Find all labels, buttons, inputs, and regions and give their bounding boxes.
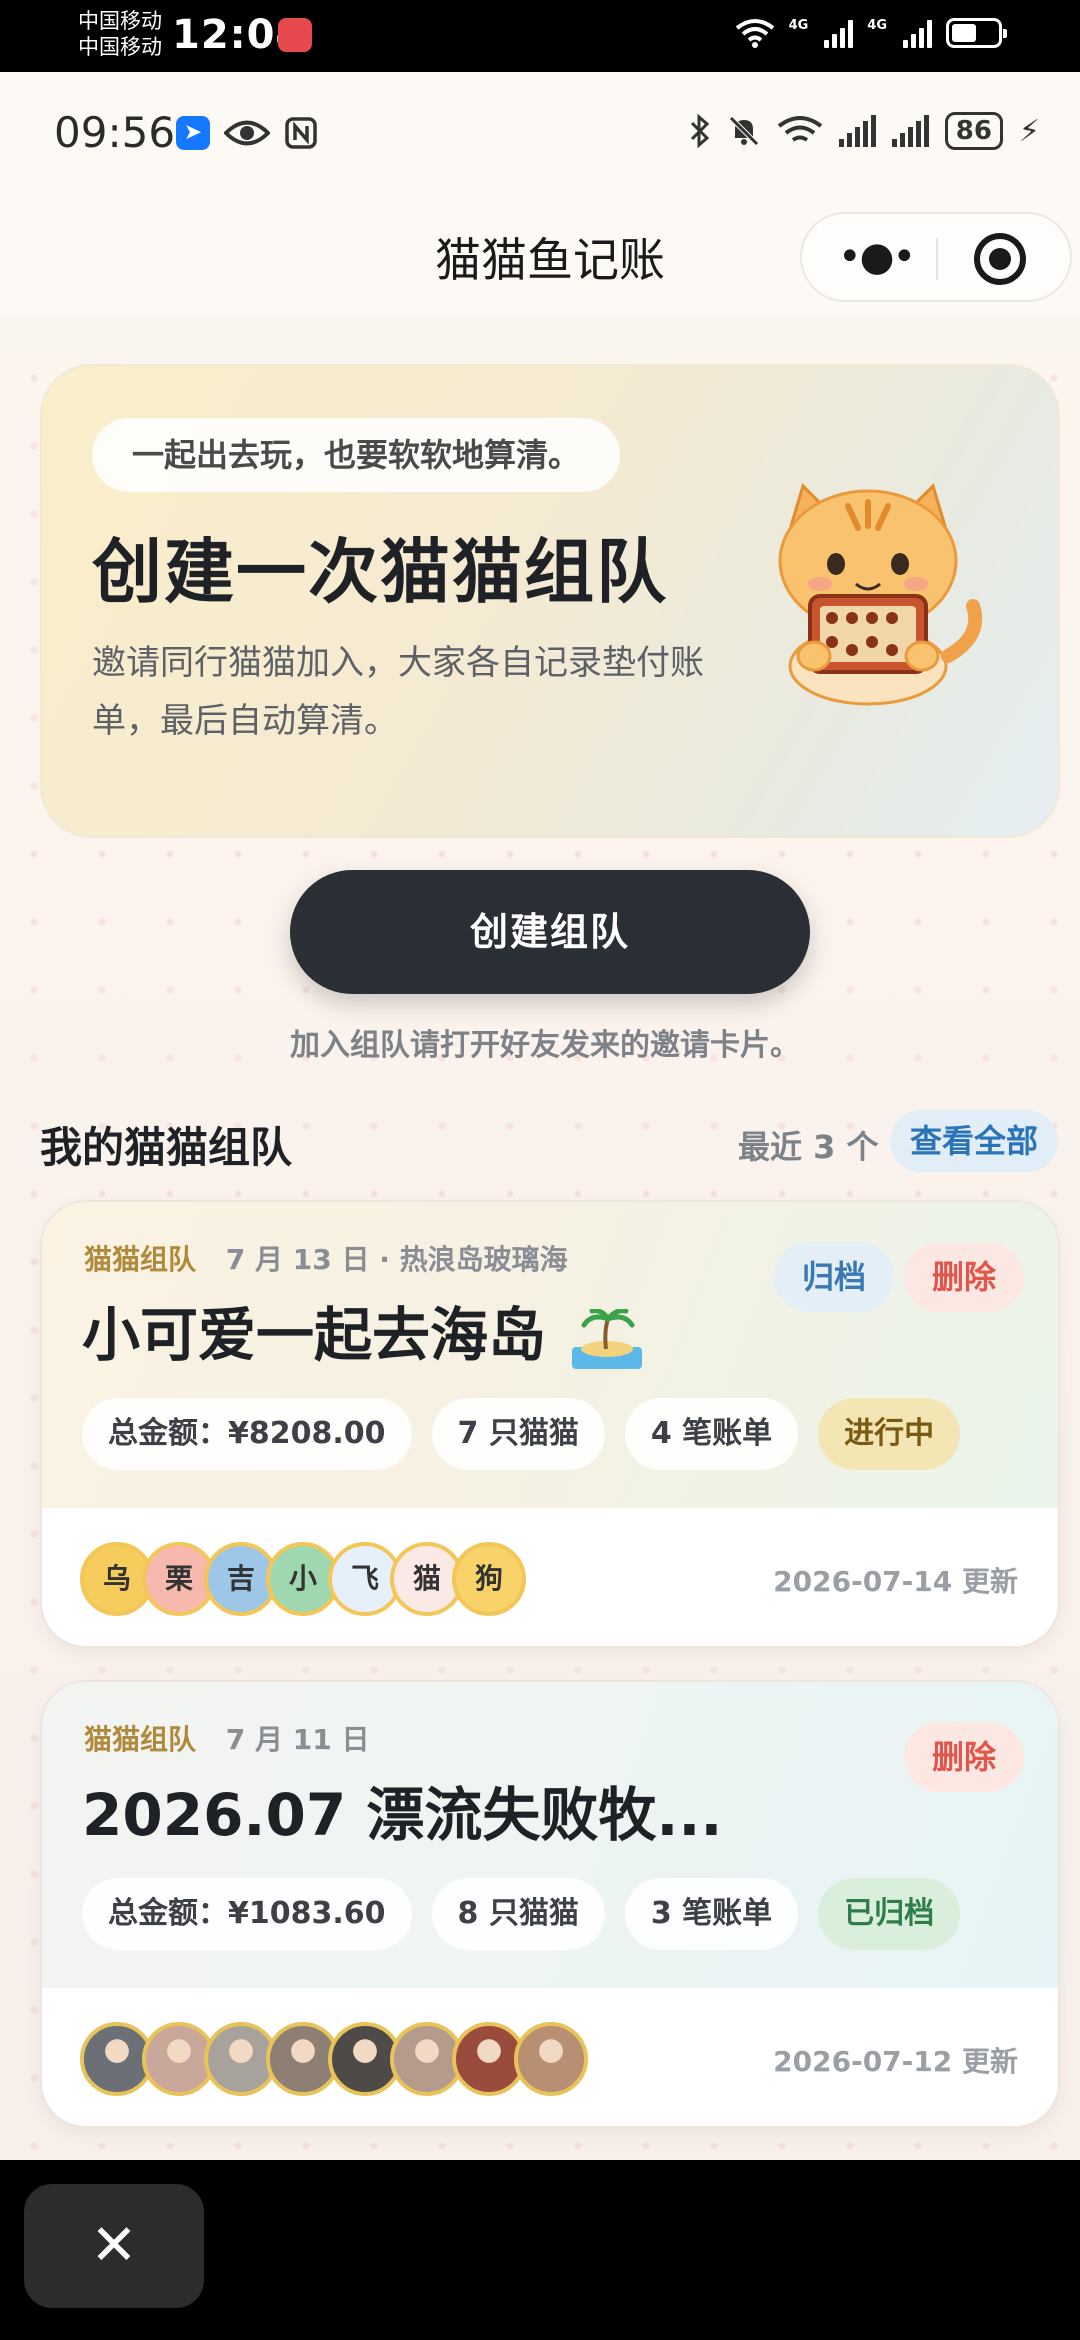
team-card-footer: 乌栗吉小飞猫狗 2026-07-14 更新 — [42, 1508, 1058, 1646]
total-amount-chip: 总金额：¥8208.00 — [82, 1398, 412, 1470]
system-status-bar: 中国移动 中国移动 12:04 4G 4G — [0, 0, 1080, 72]
signal-2-icon — [903, 18, 932, 48]
charging-icon: ⚡ — [1018, 113, 1040, 149]
inner-time: 09:56 — [54, 108, 176, 157]
app-notification-icon — [278, 18, 312, 52]
section-title: 我的猫猫组队 — [40, 1123, 293, 1172]
team-meta: 猫猫组队 7 月 11 日 — [84, 1718, 369, 1758]
delete-button[interactable]: 删除 — [904, 1242, 1025, 1312]
hero-description: 邀请同行猫猫加入，大家各自记录垫付账单，最后自动算清。 — [92, 643, 704, 741]
team-stats: 总金额：¥8208.00 7 只猫猫 4 笔账单 进行中 — [82, 1398, 961, 1470]
inner-left-icons: ➤ — [176, 116, 318, 150]
location-app-icon: ➤ — [176, 116, 210, 150]
create-team-button[interactable]: 创建组队 — [290, 870, 810, 994]
island-emoji-icon — [572, 1308, 643, 1369]
nfc-icon — [285, 117, 317, 149]
team-card[interactable]: 猫猫组队 7 月 13 日 · 热浪岛玻璃海 小可爱一起去海岛 归档 删除 总金… — [40, 1200, 1060, 1648]
close-miniprogram-button[interactable] — [974, 233, 1026, 285]
bills-chip: 4 笔账单 — [624, 1398, 799, 1470]
team-card-header: 猫猫组队 7 月 11 日 2026.07 漂流失败牧... 删除 总金额：¥1… — [42, 1682, 1058, 1988]
section-count: 最近 3 个 — [738, 1128, 879, 1166]
team-name: 2026.07 漂流失败牧... — [82, 1781, 723, 1849]
hero-slogan: 一起出去玩，也要软软地算清。 — [92, 418, 621, 492]
team-card-footer: 2026-07-12 更新 — [42, 1988, 1058, 2126]
carrier-2: 中国移动 — [78, 35, 162, 59]
inner-signal-1-icon — [838, 115, 876, 147]
team-card-header: 猫猫组队 7 月 13 日 · 热浪岛玻璃海 小可爱一起去海岛 归档 删除 总金… — [42, 1202, 1058, 1508]
inner-signal-2-icon — [891, 115, 929, 147]
updated-time: 2026-07-12 更新 — [773, 2045, 1018, 2078]
team-tag: 猫猫组队 — [84, 1243, 197, 1276]
cat-abacus-illustration — [778, 483, 983, 706]
team-name: 小可爱一起去海岛 — [82, 1288, 643, 1372]
battery-icon — [946, 18, 1007, 48]
team-tag: 猫猫组队 — [84, 1723, 197, 1756]
mute-bell-icon — [728, 116, 759, 146]
team-meta: 猫猫组队 7 月 13 日 · 热浪岛玻璃海 — [84, 1238, 568, 1278]
inner-status-bar: 09:56 ➤ 86 ⚡ — [0, 72, 1080, 202]
wifi-6-icon — [777, 116, 822, 142]
members-chip: 8 只猫猫 — [431, 1878, 605, 1950]
view-all-button[interactable]: 查看全部 — [890, 1110, 1058, 1172]
app-screen: 09:56 ➤ 86 ⚡ 猫猫鱼记账 •●• 一起出去玩，也要软软地算清。 创建… — [0, 72, 1080, 2160]
member-photo-avatar — [514, 2022, 588, 2096]
join-hint: 加入组队请打开好友发来的邀请卡片。 — [290, 1028, 800, 1063]
hero-card: 一起出去玩，也要软软地算清。 创建一次猫猫组队 邀请同行猫猫加入，大家各自记录垫… — [40, 364, 1060, 838]
team-stats: 总金额：¥1083.60 8 只猫猫 3 笔账单 已归档 — [82, 1878, 961, 1950]
delete-button[interactable]: 删除 — [904, 1722, 1025, 1792]
total-amount-chip: 总金额：¥1083.60 — [82, 1878, 412, 1950]
inner-right-icons: 86 ⚡ — [689, 112, 1040, 150]
signal-1-icon — [824, 18, 854, 48]
close-button[interactable]: ✕ — [24, 2184, 204, 2308]
status-badge: 进行中 — [818, 1398, 961, 1470]
bottom-bar: ✕ — [0, 2160, 1080, 2340]
eye-icon — [224, 120, 270, 146]
carrier-labels: 中国移动 中国移动 — [78, 8, 162, 60]
capsule-menu: •●• — [800, 212, 1072, 302]
members-chip: 7 只猫猫 — [431, 1398, 605, 1470]
hero-title: 创建一次猫猫组队 — [92, 531, 668, 613]
more-options-button[interactable]: •●• — [838, 234, 916, 280]
team-card[interactable]: 猫猫组队 7 月 11 日 2026.07 漂流失败牧... 删除 总金额：¥1… — [40, 1680, 1060, 2128]
mini-program-title-bar: 猫猫鱼记账 •●• — [0, 202, 1080, 318]
system-indicators: 4G 4G — [735, 18, 1007, 48]
team-date-location: 7 月 11 日 — [225, 1723, 370, 1756]
bluetooth-icon — [690, 114, 709, 148]
bills-chip: 3 笔账单 — [624, 1878, 799, 1950]
carrier-1: 中国移动 — [78, 9, 162, 33]
network-type-1: 4G — [788, 18, 809, 33]
member-avatar: 狗 — [452, 1542, 526, 1616]
capsule-divider — [936, 238, 938, 280]
wifi-icon — [735, 19, 774, 48]
member-avatars — [80, 2022, 588, 2096]
updated-time: 2026-07-14 更新 — [773, 1565, 1018, 1598]
network-type-2: 4G — [867, 18, 887, 33]
team-name-text: 小可爱一起去海岛 — [82, 1301, 547, 1369]
team-date-location: 7 月 13 日 · 热浪岛玻璃海 — [225, 1243, 568, 1276]
status-badge: 已归档 — [818, 1878, 961, 1950]
archive-button[interactable]: 归档 — [774, 1242, 895, 1312]
inner-battery-level: 86 — [944, 112, 1003, 150]
member-avatars: 乌栗吉小飞猫狗 — [80, 1542, 526, 1616]
